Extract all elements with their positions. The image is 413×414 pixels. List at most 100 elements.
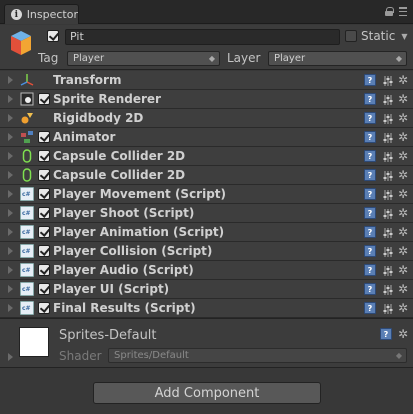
help-icon[interactable]: ? (364, 188, 376, 200)
menu-icon[interactable] (399, 7, 407, 16)
component-enabled-toggle[interactable] (38, 302, 50, 314)
foldout-arrow-icon[interactable] (8, 266, 13, 274)
foldout-arrow-icon[interactable] (8, 247, 13, 255)
help-icon[interactable]: ? (364, 302, 376, 314)
tab-inspector[interactable]: i Inspector (4, 4, 79, 24)
updown-arrow-icon: ◆ (395, 54, 402, 63)
lock-icon[interactable] (385, 7, 394, 16)
tab-bar: i Inspector (0, 0, 413, 24)
component-enabled-toggle[interactable] (38, 207, 50, 219)
component-row[interactable]: Player UI (Script)? ✲ (0, 280, 413, 299)
object-name-field[interactable]: Pit (65, 29, 340, 45)
help-icon[interactable]: ? (364, 169, 376, 181)
gear-icon[interactable]: ✲ (398, 283, 408, 295)
foldout-arrow-icon[interactable] (8, 95, 13, 103)
help-icon[interactable]: ? (364, 207, 376, 219)
gear-icon[interactable]: ✲ (398, 93, 408, 105)
help-icon[interactable]: ? (364, 245, 376, 257)
preset-sliders-icon[interactable] (383, 94, 393, 105)
help-icon[interactable]: ? (364, 93, 376, 105)
help-icon[interactable]: ? (380, 328, 392, 340)
component-row[interactable]: Player Movement (Script)? ✲ (0, 185, 413, 204)
preset-sliders-icon[interactable] (383, 208, 393, 219)
static-dropdown-arrow-icon[interactable]: ▼ (401, 32, 407, 41)
preset-sliders-icon[interactable] (383, 227, 393, 238)
component-title: Player Animation (Script) (53, 225, 225, 239)
gear-icon[interactable]: ✲ (398, 169, 408, 181)
preset-sliders-icon[interactable] (383, 132, 393, 143)
gear-icon[interactable]: ✲ (398, 150, 408, 162)
material-section: Sprites-Default Shader Sprites/Default ◆… (0, 318, 413, 368)
preset-sliders-icon[interactable] (383, 265, 393, 276)
material-thumbnail[interactable] (19, 327, 49, 357)
gear-icon[interactable]: ✲ (398, 328, 408, 340)
foldout-arrow-icon[interactable] (8, 304, 13, 312)
component-enabled-toggle[interactable] (38, 150, 50, 162)
component-row[interactable]: Transform? ✲ (0, 71, 413, 90)
component-row[interactable]: Animator? ✲ (0, 128, 413, 147)
gear-icon[interactable]: ✲ (398, 112, 408, 124)
component-row[interactable]: Player Audio (Script)? ✲ (0, 261, 413, 280)
gear-icon[interactable]: ✲ (398, 302, 408, 314)
sprite-renderer-icon (20, 92, 34, 106)
foldout-arrow-icon[interactable] (8, 133, 13, 141)
component-enabled-toggle[interactable] (38, 283, 50, 295)
help-icon[interactable]: ? (364, 283, 376, 295)
preset-sliders-icon[interactable] (383, 113, 393, 124)
preset-sliders-icon[interactable] (383, 189, 393, 200)
active-toggle[interactable] (47, 30, 59, 42)
component-row[interactable]: Player Animation (Script)? ✲ (0, 223, 413, 242)
preset-sliders-icon[interactable] (383, 284, 393, 295)
component-row[interactable]: Final Results (Script)? ✲ (0, 299, 413, 318)
gear-icon[interactable]: ✲ (398, 226, 408, 238)
component-enabled-toggle[interactable] (38, 169, 50, 181)
component-row[interactable]: Player Shoot (Script)? ✲ (0, 204, 413, 223)
component-row[interactable]: Capsule Collider 2D? ✲ (0, 147, 413, 166)
help-icon[interactable]: ? (364, 264, 376, 276)
preset-sliders-icon[interactable] (383, 246, 393, 257)
script-icon (20, 263, 34, 277)
component-enabled-toggle[interactable] (38, 188, 50, 200)
layer-value: Player (274, 53, 306, 64)
component-enabled-toggle[interactable] (38, 93, 50, 105)
help-icon[interactable]: ? (364, 112, 376, 124)
preset-sliders-icon[interactable] (383, 303, 393, 314)
help-icon[interactable]: ? (364, 150, 376, 162)
component-enabled-toggle[interactable] (38, 226, 50, 238)
component-row[interactable]: Capsule Collider 2D? ✲ (0, 166, 413, 185)
tag-dropdown[interactable]: Player ◆ (67, 51, 220, 66)
foldout-arrow-icon[interactable] (8, 228, 13, 236)
gear-icon[interactable]: ✲ (398, 74, 408, 86)
foldout-arrow-icon[interactable] (8, 76, 13, 84)
static-toggle[interactable]: Static ▼ (345, 29, 407, 43)
foldout-arrow-icon[interactable] (8, 353, 13, 361)
gear-icon[interactable]: ✲ (398, 207, 408, 219)
foldout-arrow-icon[interactable] (8, 114, 13, 122)
gear-icon[interactable]: ✲ (398, 188, 408, 200)
foldout-arrow-icon[interactable] (8, 171, 13, 179)
foldout-arrow-icon[interactable] (8, 285, 13, 293)
component-enabled-toggle[interactable] (38, 264, 50, 276)
help-icon[interactable]: ? (364, 226, 376, 238)
foldout-arrow-icon[interactable] (8, 190, 13, 198)
gear-icon[interactable]: ✲ (398, 264, 408, 276)
component-row[interactable]: Player Collision (Script)? ✲ (0, 242, 413, 261)
help-icon[interactable]: ? (364, 131, 376, 143)
foldout-arrow-icon[interactable] (8, 152, 13, 160)
preset-sliders-icon[interactable] (383, 170, 393, 181)
add-component-button[interactable]: Add Component (93, 382, 321, 404)
foldout-arrow-icon[interactable] (8, 209, 13, 217)
component-row[interactable]: Sprite Renderer? ✲ (0, 90, 413, 109)
preset-sliders-icon[interactable] (383, 75, 393, 86)
gear-icon[interactable]: ✲ (398, 245, 408, 257)
static-checkbox[interactable] (345, 30, 357, 42)
gear-icon[interactable]: ✲ (398, 131, 408, 143)
layer-dropdown[interactable]: Player ◆ (268, 51, 407, 66)
component-row[interactable]: Rigidbody 2D? ✲ (0, 109, 413, 128)
preset-sliders-icon[interactable] (383, 151, 393, 162)
updown-arrow-icon: ◆ (208, 54, 215, 63)
component-enabled-toggle[interactable] (38, 245, 50, 257)
component-enabled-toggle[interactable] (38, 131, 50, 143)
help-icon[interactable]: ? (364, 74, 376, 86)
shader-dropdown[interactable]: Sprites/Default ◆ (108, 348, 407, 363)
